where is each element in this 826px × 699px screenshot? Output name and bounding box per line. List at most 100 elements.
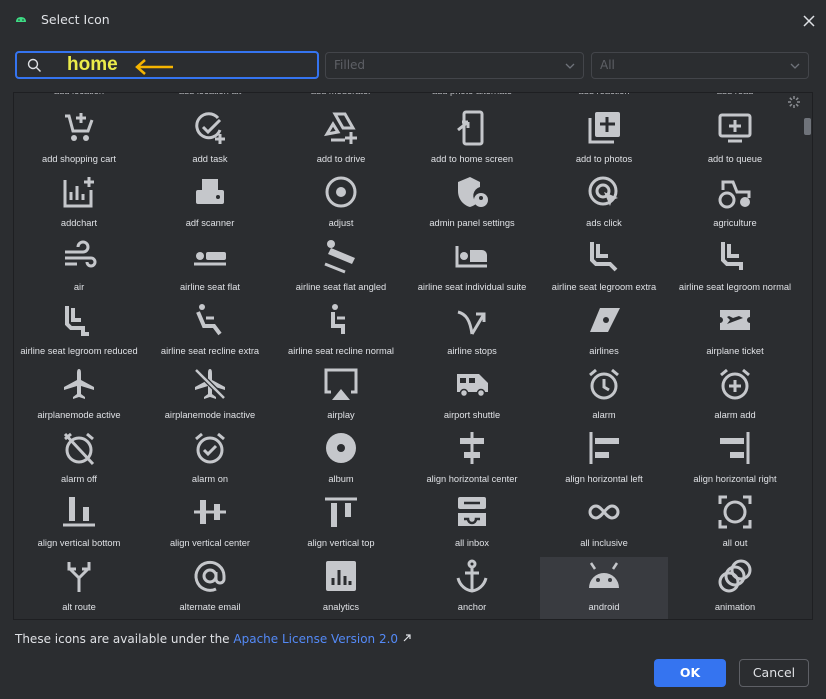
icon-cell[interactable]: all inbox [408,493,536,557]
icon-cell[interactable]: add to queue [671,109,799,173]
icon-cell[interactable]: airplanemode active [15,365,143,429]
analytics-icon [326,561,356,591]
admin-panel-settings-icon [458,177,488,207]
agriculture-icon [718,180,751,209]
category-filter-dropdown[interactable]: All [591,52,809,79]
icon-cell[interactable]: add to home screen [408,109,536,173]
icon-cell[interactable]: add shopping cart [15,109,143,173]
icon-label: add reaction [532,93,676,96]
icon-label: align vertical bottom [37,538,121,548]
icon-label: airlines [589,346,619,356]
cancel-button[interactable]: Cancel [739,659,809,687]
icon-cell[interactable]: adf scanner [146,173,274,237]
icon-cell[interactable]: analytics [277,557,405,619]
icon-cell[interactable]: alarm add [671,365,799,429]
icon-cell[interactable]: add moderator [277,93,405,103]
icon-cell[interactable]: alarm [540,365,668,429]
icon-cell[interactable]: adjust [277,173,405,237]
icon-cell[interactable]: airline seat legroom reduced [15,301,143,365]
airline-seat-legroom-normal-icon [721,242,743,270]
icon-label: align horizontal right [693,474,777,484]
icon-cell[interactable]: airlines [540,301,668,365]
external-link-icon [403,634,411,642]
icon-cell[interactable]: airline seat individual suite [408,237,536,301]
icon-cell[interactable]: album [277,429,405,493]
icon-cell[interactable]: addchart [15,173,143,237]
icon-label: airline seat legroom normal [678,282,792,292]
icon-cell[interactable]: airline seat flat angled [277,237,405,301]
add-to-home-screen-icon [457,110,484,146]
icon-label: add location alt [138,93,282,96]
icon-label: add location [14,93,151,96]
icon-cell[interactable]: add reaction [540,93,668,103]
icon-label: add shopping cart [42,154,116,164]
icon-cell[interactable]: align horizontal right [671,429,799,493]
icon-cell[interactable]: alt route [15,557,143,619]
icon-cell[interactable]: airplanemode inactive [146,365,274,429]
icon-cell[interactable]: airplay [277,365,405,429]
icon-cell[interactable]: add to drive [277,109,405,173]
icon-label: airline seat recline extra [160,346,260,356]
icon-cell[interactable]: airline seat legroom normal [671,237,799,301]
airport-shuttle-icon [457,374,488,398]
icon-cell[interactable]: all inclusive [540,493,668,557]
chevron-down-icon [790,63,800,69]
all-out-icon [718,495,752,529]
icon-cell[interactable]: alarm on [146,429,274,493]
icon-cell[interactable]: android [540,557,668,619]
icon-label: alarm on [191,474,229,484]
ok-button[interactable]: OK [654,659,726,687]
icon-label: airline seat legroom extra [551,282,657,292]
icon-cell[interactable]: align vertical bottom [15,493,143,557]
icon-cell[interactable]: add task [146,109,274,173]
airplanemode-active-icon [64,369,94,399]
airline-seat-legroom-extra-icon [590,242,618,272]
icon-cell[interactable]: align vertical top [277,493,405,557]
icon-cell[interactable]: add photo alternate [408,93,536,103]
scrollbar-thumb[interactable] [804,118,811,135]
all-inclusive-icon [588,504,620,520]
icon-cell[interactable]: airplane ticket [671,301,799,365]
icon-cell[interactable]: agriculture [671,173,799,237]
search-icon [27,58,41,72]
android-studio-icon [16,17,26,22]
style-filter-dropdown[interactable]: Filled [325,52,584,79]
icon-cell[interactable]: airline seat recline normal [277,301,405,365]
icon-cell[interactable]: airport shuttle [408,365,536,429]
icon-cell[interactable]: airline seat flat [146,237,274,301]
icon-cell[interactable]: align horizontal left [540,429,668,493]
airlines-icon [590,308,620,332]
license-link[interactable]: Apache License Version 2.0 [233,632,398,646]
icon-label: add moderator [269,93,413,96]
icon-cell[interactable]: airline seat legroom extra [540,237,668,301]
close-icon[interactable] [800,12,818,30]
search-input[interactable]: home [15,51,319,79]
icon-cell[interactable]: admin panel settings [408,173,536,237]
add-to-photos-icon [588,112,620,144]
alarm-off-icon [63,432,95,466]
icon-cell[interactable]: add location [15,93,143,103]
icon-label: admin panel settings [429,218,515,228]
all-inbox-icon [458,497,486,526]
add-to-queue-icon [718,113,752,143]
icon-label: all inclusive [580,538,628,548]
icon-label: add task [192,154,228,164]
icon-cell[interactable]: animation [671,557,799,619]
icon-cell[interactable]: all out [671,493,799,557]
icon-cell[interactable]: alternate email [146,557,274,619]
icon-cell[interactable]: add location alt [146,93,274,103]
icon-label: add to photos [575,154,633,164]
icon-cell[interactable]: add to photos [540,109,668,173]
icon-cell[interactable]: align vertical center [146,493,274,557]
icon-cell[interactable]: anchor [408,557,536,619]
icon-cell[interactable]: align horizontal center [408,429,536,493]
icon-cell[interactable]: airline stops [408,301,536,365]
alt-route-icon [67,562,91,592]
icon-cell[interactable]: airline seat recline extra [146,301,274,365]
icon-cell[interactable]: air [15,237,143,301]
icon-cell[interactable]: ads click [540,173,668,237]
icon-cell[interactable]: add road [671,93,799,103]
icon-grid[interactable]: add locationadd location altadd moderato… [13,92,813,620]
icon-cell[interactable]: alarm off [15,429,143,493]
category-filter-value: All [600,58,615,72]
